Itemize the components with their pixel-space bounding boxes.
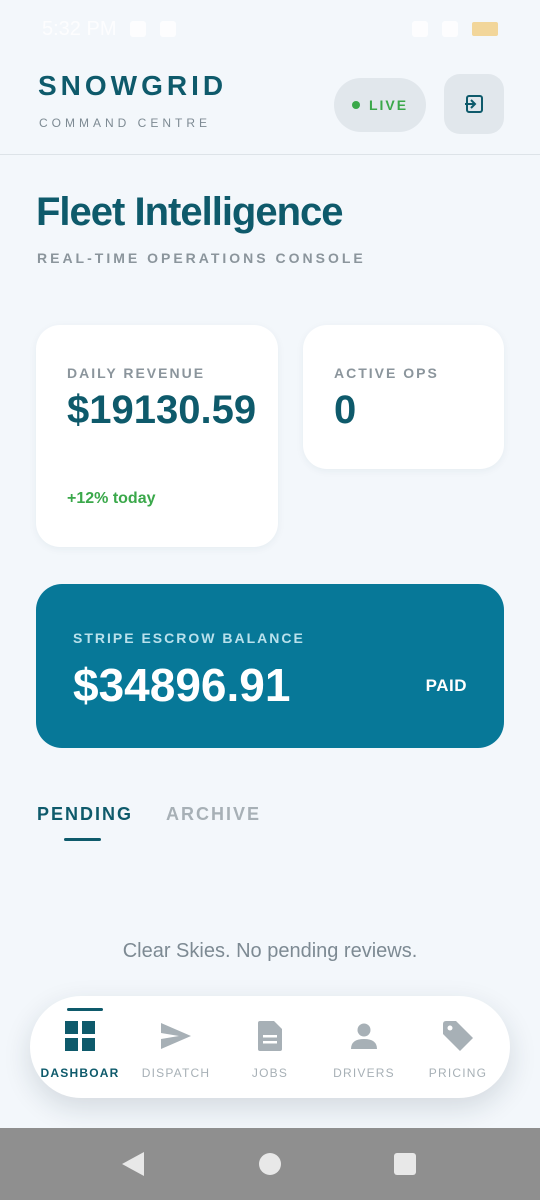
app-header: SNOWGRID COMMAND CENTRE LIVE xyxy=(0,58,540,155)
nav-label-pricing: PRICING xyxy=(428,1066,488,1080)
exit-to-app-icon xyxy=(465,95,483,113)
daily-revenue-value: $19130.59 xyxy=(67,388,257,432)
brand-subtitle: COMMAND CENTRE xyxy=(39,116,211,130)
tag-icon xyxy=(442,1020,474,1052)
logout-button[interactable] xyxy=(444,74,504,134)
back-icon[interactable] xyxy=(122,1152,144,1181)
nav-label-dashboard: DASHBOAR xyxy=(40,1066,120,1080)
daily-revenue-delta: +12% today xyxy=(67,490,156,507)
nav-label-jobs: JOBS xyxy=(251,1066,289,1080)
status-bar: 5:32 PM xyxy=(0,0,540,58)
nav-label-dispatch: DISPATCH xyxy=(141,1066,211,1080)
dashboard-icon xyxy=(64,1020,96,1052)
empty-state-message: Clear Skies. No pending reviews. xyxy=(122,940,418,962)
active-ops-value: 0 xyxy=(334,388,357,432)
document-icon xyxy=(254,1020,286,1052)
wifi-icon xyxy=(412,21,428,37)
status-time: 5:32 PM xyxy=(42,17,117,40)
escrow-status-badge: PAID xyxy=(425,676,467,695)
escrow-balance-card: STRIPE ESCROW BALANCE $34896.91 PAID xyxy=(36,584,504,748)
active-ops-label: ACTIVE OPS xyxy=(334,365,439,381)
page-subtitle: REAL-TIME OPERATIONS CONSOLE xyxy=(37,250,366,266)
send-icon xyxy=(160,1020,192,1052)
recent-apps-icon[interactable] xyxy=(394,1153,416,1175)
escrow-amount: $34896.91 xyxy=(73,659,291,711)
person-icon xyxy=(348,1020,380,1052)
signal-icon xyxy=(442,21,458,37)
tab-pending[interactable]: PENDING xyxy=(37,804,133,825)
active-ops-card: ACTIVE OPS 0 xyxy=(303,325,504,469)
nav-item-dispatch[interactable]: DISPATCH xyxy=(128,996,224,1098)
gallery-icon xyxy=(160,21,177,37)
escrow-label: STRIPE ESCROW BALANCE xyxy=(73,630,305,646)
live-status-badge[interactable]: LIVE xyxy=(334,78,426,132)
nav-item-dashboard[interactable]: DASHBOAR xyxy=(32,996,128,1098)
active-tab-indicator xyxy=(64,838,101,841)
nav-item-pricing[interactable]: PRICING xyxy=(410,996,506,1098)
system-navigation-bar xyxy=(0,1128,540,1200)
live-dot-icon xyxy=(351,101,360,109)
nav-label-drivers: DRIVERS xyxy=(333,1066,395,1080)
brand-name: SNOWGRID xyxy=(38,70,228,101)
daily-revenue-card: DAILY REVENUE $19130.59 +12% today xyxy=(36,325,278,547)
nav-item-drivers[interactable]: DRIVERS xyxy=(316,996,412,1098)
notification-icon xyxy=(130,21,147,37)
home-icon[interactable] xyxy=(259,1153,281,1175)
bottom-navigation: DASHBOAR DISPATCH JOBS DRIVERS PRICING xyxy=(30,996,510,1098)
tab-archive[interactable]: ARCHIVE xyxy=(166,804,261,825)
live-label: LIVE xyxy=(368,97,409,113)
daily-revenue-label: DAILY REVENUE xyxy=(67,365,206,381)
battery-icon xyxy=(472,22,498,36)
nav-active-indicator xyxy=(67,1008,103,1011)
page-title: Fleet Intelligence xyxy=(36,190,344,234)
nav-item-jobs[interactable]: JOBS xyxy=(222,996,318,1098)
